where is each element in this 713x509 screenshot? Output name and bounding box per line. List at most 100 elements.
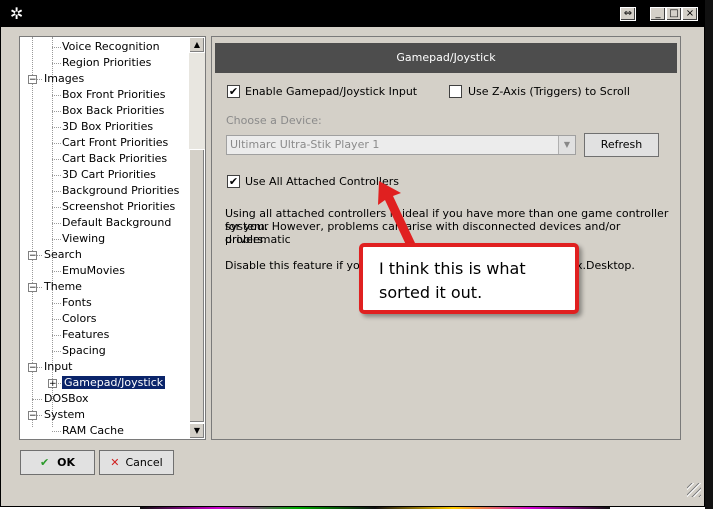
tree-item[interactable]: Box Back Priorities [62, 103, 164, 119]
background-strip [705, 0, 713, 509]
tree-connector [52, 47, 61, 48]
tree-item[interactable]: 3D Cart Priorities [62, 167, 156, 183]
collapse-icon[interactable]: − [28, 251, 37, 261]
scroll-thumb[interactable] [189, 149, 205, 423]
scroll-up-button[interactable]: ▲ [189, 37, 205, 53]
tree-item-label: Region Priorities [62, 56, 152, 69]
panel-header: Gamepad/Joystick [215, 43, 677, 73]
tree-item[interactable]: Screenshot Priorities [62, 199, 175, 215]
tree-connector [52, 111, 61, 112]
tree-item[interactable]: System [44, 407, 85, 423]
use-all-controllers-checkbox[interactable]: ✔ [227, 175, 240, 188]
tree-item[interactable]: Input [44, 359, 72, 375]
tree-item-label: Background Priorities [62, 184, 180, 197]
device-select-value: Ultimarc Ultra-Stik Player 1 [230, 138, 380, 151]
callout-box: I think this is what sorted it out. [359, 243, 579, 314]
title-bar: ✲ ⇔ _ □ × [1, 1, 704, 27]
tree-connector [32, 399, 42, 400]
tree-item-label: 3D Box Priorities [62, 120, 154, 133]
restore-button[interactable]: ⇔ [620, 7, 636, 21]
collapse-icon[interactable]: − [28, 75, 37, 85]
resize-grip-icon[interactable] [687, 483, 701, 497]
tree-item[interactable]: Colors [62, 311, 96, 327]
tree-connector [52, 63, 61, 64]
tree-item-label: Input [44, 360, 73, 373]
maximize-button[interactable]: □ [666, 7, 682, 21]
tree-connector [52, 207, 61, 208]
tree-item-label: Voice Recognition [62, 40, 160, 53]
tree-connector [52, 191, 61, 192]
tree-item[interactable]: Box Front Priorities [62, 87, 165, 103]
tree-item-label: Spacing [62, 344, 106, 357]
callout-arrow [378, 181, 415, 247]
tree-item-label: Features [62, 328, 110, 341]
collapse-icon[interactable]: − [28, 411, 37, 421]
tree-item-label: Screenshot Priorities [62, 200, 176, 213]
device-label: Choose a Device: [226, 114, 322, 127]
ok-label: OK [57, 456, 76, 469]
callout-text: I think this is what sorted it out. [379, 259, 526, 302]
scroll-down-button[interactable]: ▼ [189, 423, 205, 439]
expand-icon[interactable]: + [48, 379, 57, 389]
tree-connector [52, 431, 61, 432]
tree-item-label: Box Back Priorities [62, 104, 165, 117]
zaxis-checkbox[interactable] [449, 85, 462, 98]
tree-item-label: Colors [62, 312, 97, 325]
zaxis-label: Use Z-Axis (Triggers) to Scroll [468, 85, 630, 98]
cancel-button[interactable]: ✕ Cancel [99, 450, 174, 475]
tree-connector [52, 335, 61, 336]
tree-item[interactable]: DOSBox [44, 391, 89, 407]
enable-gamepad-label: Enable Gamepad/Joystick Input [245, 85, 418, 98]
tree-item-label: 3D Cart Priorities [62, 168, 156, 181]
tree-item-label: Fonts [62, 296, 92, 309]
collapse-icon[interactable]: − [28, 363, 37, 373]
collapse-icon[interactable]: − [28, 283, 37, 293]
tree-connector [52, 303, 61, 304]
tree-connector [52, 271, 61, 272]
tree-item[interactable]: Cart Back Priorities [62, 151, 167, 167]
tree-connector [52, 239, 61, 240]
chevron-down-icon: ▼ [558, 136, 575, 154]
device-select[interactable]: Ultimarc Ultra-Stik Player 1 ▼ [226, 135, 576, 155]
tree-item[interactable]: EmuMovies [62, 263, 125, 279]
tree-item[interactable]: Spacing [62, 343, 106, 359]
cancel-label: Cancel [125, 456, 163, 469]
tree-item[interactable]: Gamepad/Joystick [62, 375, 166, 391]
tree-item[interactable]: Region Priorities [62, 55, 151, 71]
tree-item-label: EmuMovies [62, 264, 125, 277]
tree-item-label: Gamepad/Joystick [62, 376, 166, 389]
tree-item[interactable]: Theme [44, 279, 82, 295]
tree-item[interactable]: Default Background [62, 215, 171, 231]
tree-item-label: Cart Front Priorities [62, 136, 169, 149]
tree-item[interactable]: Cart Front Priorities [62, 135, 168, 151]
tree-item-label: DOSBox [44, 392, 89, 405]
close-button[interactable]: × [682, 7, 698, 21]
tree-item[interactable]: Images [44, 71, 84, 87]
tree-item-label: RAM Cache [62, 424, 124, 437]
tree-item[interactable]: Background Priorities [62, 183, 179, 199]
settings-panel: Gamepad/Joystick ✔ Enable Gamepad/Joysti… [211, 36, 681, 440]
tree-item[interactable]: Search [44, 247, 82, 263]
minimize-button[interactable]: _ [650, 7, 666, 21]
tree-item[interactable]: Viewing [62, 231, 105, 247]
tree-item-label: Cart Back Priorities [62, 152, 168, 165]
tree-connector [52, 127, 61, 128]
gear-icon: ✲ [10, 4, 24, 23]
tree-item[interactable]: 3D Box Priorities [62, 119, 153, 135]
tree-item-label: System [44, 408, 86, 421]
tree-item[interactable]: Fonts [62, 295, 92, 311]
tree-item[interactable]: RAM Cache [62, 423, 124, 439]
tree-item[interactable]: Voice Recognition [62, 39, 160, 55]
settings-tree[interactable]: ▲ ▼ Voice Recognition Region Priorities Im… [19, 36, 206, 440]
tree-item-label: Default Background [62, 216, 172, 229]
tree-item[interactable]: Features [62, 327, 109, 343]
ok-button[interactable]: ✔ OK [20, 450, 95, 475]
tree-item-label: Search [44, 248, 82, 261]
description-disable-tail: x.Desktop. [576, 259, 635, 272]
tree-connector [52, 351, 61, 352]
tree-item-label: Box Front Priorities [62, 88, 166, 101]
enable-gamepad-checkbox[interactable]: ✔ [227, 85, 240, 98]
tree-scrollbar[interactable]: ▲ ▼ [189, 37, 205, 439]
tree-connector [52, 159, 61, 160]
refresh-button[interactable]: Refresh [584, 133, 659, 157]
